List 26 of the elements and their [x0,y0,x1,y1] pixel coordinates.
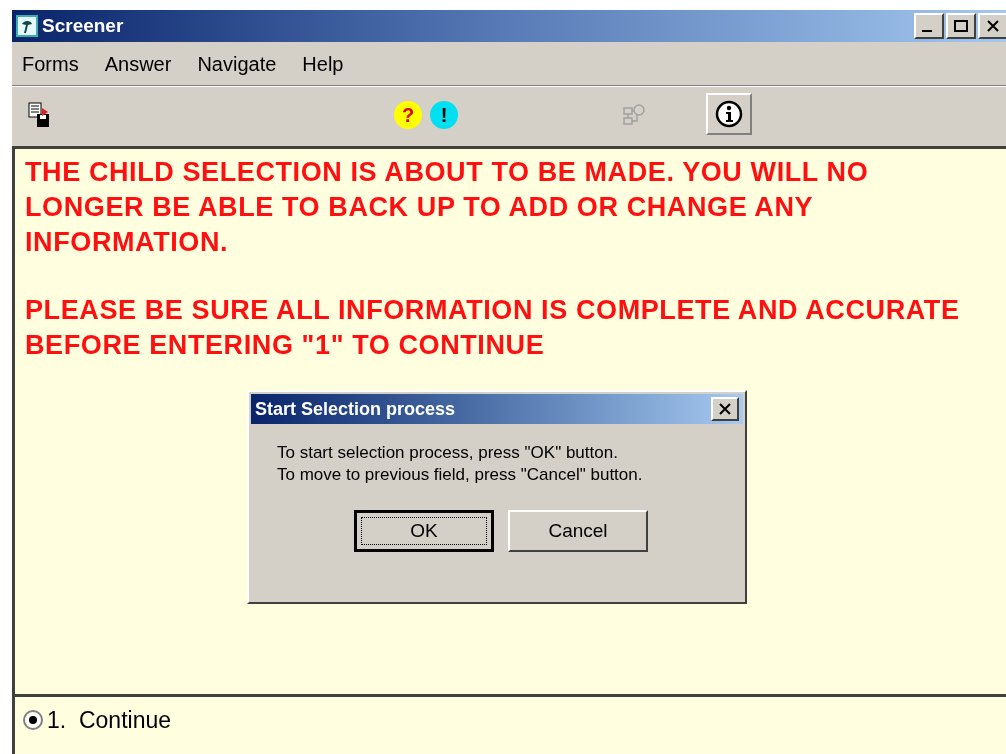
close-icon [718,403,732,415]
dialog-message: To move to previous field, press "Cancel" button. [277,464,644,486]
radio-button[interactable] [23,710,43,731]
maximize-button[interactable] [946,13,976,39]
help-icon[interactable]: ? [394,101,422,129]
maximize-icon [953,19,969,33]
dialog-title: Start Selection process [255,397,456,421]
ok-button[interactable]: OK [354,510,494,552]
warning-text: PLEASE BE SURE ALL INFORMATION IS COMPLETE AND ACCURATE BEFORE ENTERING "1" TO CONTINUE [25,294,961,362]
warning-text: THE CHILD SELECTION IS ABOUT TO BE MADE. YOU WILL NO LONGER BE ABLE TO BACK UP TO ADD OR CHANGE ANY INFORMATION. [25,156,870,259]
menu-item[interactable]: Forms [22,48,79,79]
menu-item[interactable]: Answer [104,48,172,79]
menu-item[interactable]: Help [302,48,344,79]
window-title: Screener [42,13,124,38]
answer-label[interactable]: 1. Continue [47,703,172,738]
close-button[interactable] [711,397,739,421]
dialog-message: To start selection process, press "OK" button. [277,442,619,464]
app-icon [16,15,38,37]
minimize-icon [922,30,932,32]
info-icon[interactable] [706,93,752,135]
minimize-button[interactable] [914,13,944,39]
close-button[interactable] [978,13,1006,39]
menu-item[interactable]: Navigate [197,48,277,79]
close-icon [985,19,1001,33]
cancel-button[interactable]: Cancel [508,510,648,552]
help-icon[interactable]: ! [430,101,458,129]
